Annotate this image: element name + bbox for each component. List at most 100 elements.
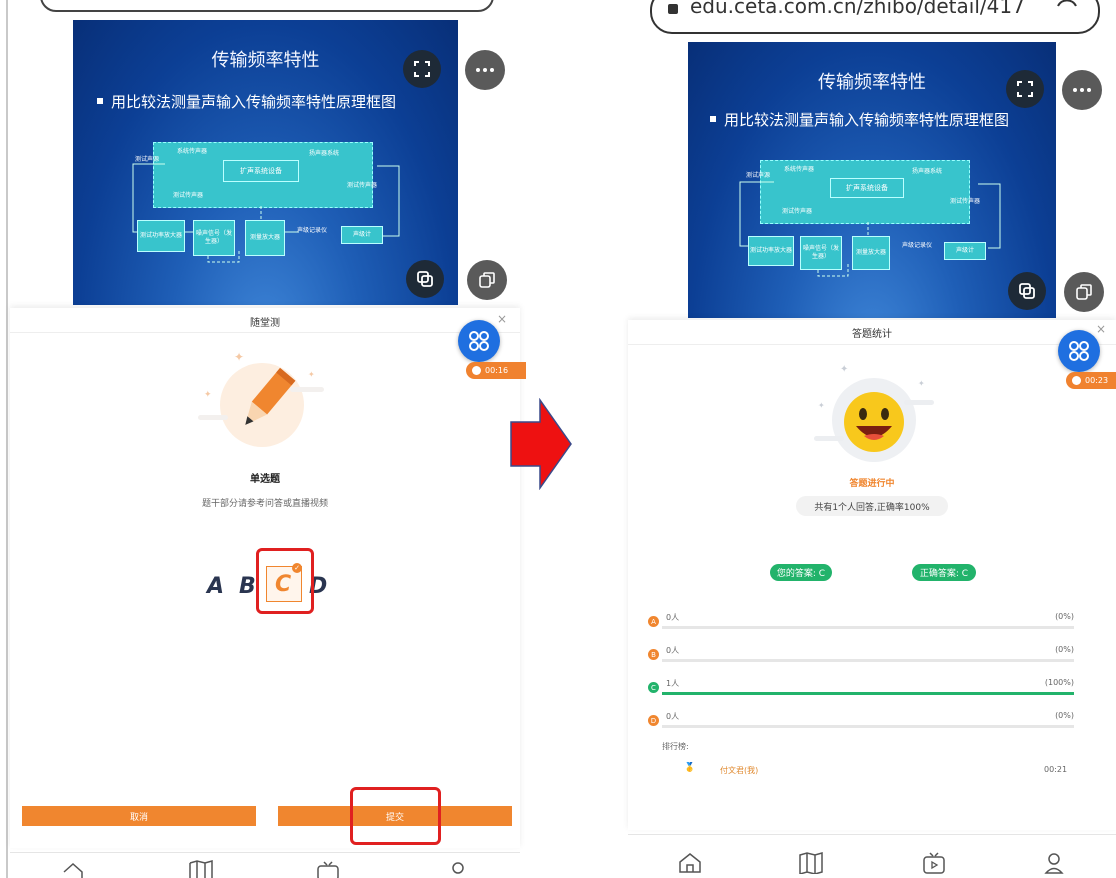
apps-button[interactable] <box>1058 330 1100 372</box>
svg-text:✦: ✦ <box>818 401 825 410</box>
more-icon <box>476 68 494 72</box>
stats-panel-title: 答题统计 <box>852 329 892 340</box>
diagram-recorder: 声级记录仪 <box>297 227 328 234</box>
your-answer-badge: 您的答案: C <box>770 564 832 581</box>
timer-badge: 00:23 <box>1066 372 1116 389</box>
copy-icon <box>479 272 495 288</box>
book-icon[interactable] <box>798 852 824 874</box>
apps-icon <box>469 331 489 351</box>
reload-icon[interactable] <box>1054 0 1080 18</box>
pip-button[interactable] <box>406 260 444 298</box>
option-d-badge: D <box>648 715 659 726</box>
bottom-nav-divider <box>628 834 1116 835</box>
diagram-noise-signal: 噪声信号（发生器） <box>800 236 842 270</box>
diagram-recorder: 声级记录仪 <box>902 242 933 249</box>
pip-icon <box>1019 283 1035 299</box>
fullscreen-icon <box>414 61 430 77</box>
phone-edge <box>6 0 8 878</box>
slide-view: 传输频率特性 用比较法测量声输入传输频率特性原理框图 扩声系统设备 测试声源 系… <box>73 20 458 305</box>
pip-icon <box>417 271 433 287</box>
option-a-track <box>662 626 1074 629</box>
clock-icon <box>1072 376 1081 385</box>
more-button[interactable] <box>1062 70 1102 110</box>
question-type: 单选题 <box>250 474 280 485</box>
pencil-icon: ✦ ✦ ✦ <box>198 350 324 447</box>
apps-icon <box>1069 341 1089 361</box>
diagram-lines <box>739 181 1001 277</box>
timer-badge: 00:16 <box>466 362 526 379</box>
ranking-label: 排行榜: <box>662 742 689 751</box>
panel-divider <box>628 344 1116 345</box>
diagram-sound-meter: 声级计 <box>341 226 383 244</box>
diagram-power-amp: 测试功率放大器 <box>748 236 794 266</box>
choice-b[interactable]: B <box>239 574 256 599</box>
status-text: 答题进行中 <box>849 479 895 489</box>
tv-icon[interactable] <box>316 860 340 878</box>
bottom-nav-divider <box>10 852 520 853</box>
option-d-count: 0人 <box>666 712 680 721</box>
clock-icon <box>472 366 481 375</box>
svg-text:✦: ✦ <box>840 364 848 375</box>
fullscreen-button[interactable] <box>403 50 441 88</box>
close-icon[interactable]: × <box>497 312 507 326</box>
option-c-badge: C <box>648 682 659 693</box>
copy-button[interactable] <box>467 260 507 300</box>
right-screen: edu.ceta.com.cn/zhibo/detail/417 传输频率特性 … <box>620 0 1116 878</box>
url-bar-edge <box>40 0 494 12</box>
book-icon[interactable] <box>188 860 214 878</box>
option-b-count: 0人 <box>666 646 680 655</box>
correct-answer-badge: 正确答案: C <box>912 564 976 581</box>
smiley-icon: ✦ ✦ ✦ <box>814 364 934 462</box>
ranking-time: 00:21 <box>1044 765 1068 774</box>
more-button[interactable] <box>465 50 505 90</box>
quiz-panel-title: 随堂测 <box>250 318 280 329</box>
option-b-badge: B <box>648 649 659 660</box>
url-text[interactable]: edu.ceta.com.cn/zhibo/detail/417 <box>690 0 1025 18</box>
option-a-badge: A <box>648 616 659 627</box>
option-c-percent: (100%) <box>1044 678 1074 687</box>
highlight-submit <box>350 787 441 845</box>
option-a-percent: (0%) <box>1055 612 1074 621</box>
timer-text: 00:23 <box>1085 376 1109 385</box>
lock-icon <box>668 4 678 14</box>
user-icon[interactable] <box>448 860 468 878</box>
svg-text:✦: ✦ <box>308 370 315 379</box>
option-c-bar <box>662 692 1074 695</box>
diagram-sound-meter: 声级计 <box>944 242 986 260</box>
pip-button[interactable] <box>1008 272 1046 310</box>
fullscreen-button[interactable] <box>1006 70 1044 108</box>
copy-button[interactable] <box>1064 272 1104 312</box>
svg-text:✦: ✦ <box>204 390 212 400</box>
svg-text:✦: ✦ <box>918 379 925 388</box>
option-b-percent: (0%) <box>1055 645 1074 654</box>
cancel-button[interactable]: 取消 <box>22 806 256 826</box>
option-d-percent: (0%) <box>1055 711 1074 720</box>
slide-view: 传输频率特性 用比较法测量声输入传输频率特性原理框图 扩声系统设备 测试声源 系… <box>688 42 1056 318</box>
option-d-track <box>662 725 1074 728</box>
arrow-right-icon <box>510 398 572 490</box>
home-icon[interactable] <box>678 852 702 874</box>
diagram-lines <box>132 163 400 263</box>
close-icon[interactable]: × <box>1096 322 1106 336</box>
left-screen: 传输频率特性 用比较法测量声输入传输频率特性原理框图 扩声系统设备 测试声源 系… <box>0 0 540 878</box>
option-b-track <box>662 659 1074 662</box>
diagram-power-amp: 测试功率放大器 <box>137 220 185 252</box>
apps-button[interactable] <box>458 320 500 362</box>
summary-text: 共有1个人回答,正确率100% <box>814 503 930 513</box>
diagram-noise-signal: 噪声信号（发生器） <box>193 220 235 256</box>
diagram-measure-amp: 测量放大器 <box>852 236 890 270</box>
option-a-count: 0人 <box>666 613 680 622</box>
tv-icon[interactable] <box>922 852 946 874</box>
svg-text:✦: ✦ <box>234 350 244 364</box>
choice-a[interactable]: A <box>207 574 224 599</box>
copy-icon <box>1076 284 1092 300</box>
ranking-name: 付文君(我) <box>720 766 759 775</box>
option-c-count: 1人 <box>666 679 680 688</box>
diagram-measure-amp: 测量放大器 <box>245 220 285 256</box>
home-icon[interactable] <box>62 862 84 878</box>
user-icon[interactable] <box>1044 852 1064 874</box>
highlight-choice-c <box>256 548 314 614</box>
fullscreen-icon <box>1017 81 1033 97</box>
timer-text: 00:16 <box>485 366 509 375</box>
panel-divider <box>10 332 520 333</box>
